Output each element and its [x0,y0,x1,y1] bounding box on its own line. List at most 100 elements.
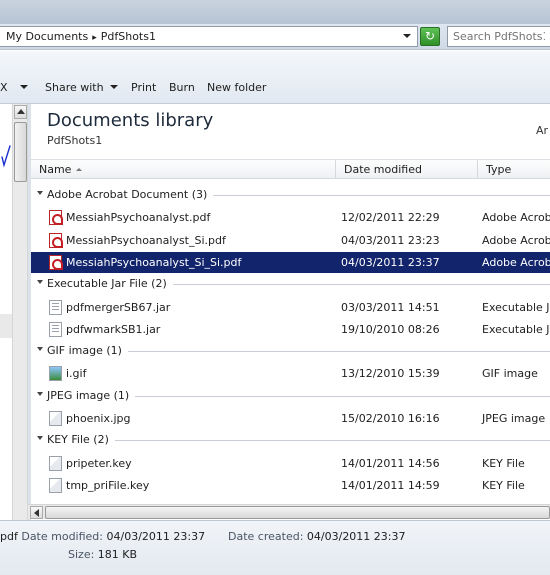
breadcrumb: My Documents ▸ PdfShots1 [6,30,156,43]
file-name: pdfwmarkSB1.jar [66,322,161,336]
file-row[interactable]: phoenix.jpg 15/02/2010 16:16 JPEG image [31,408,550,429]
file-row[interactable]: tmp_priFile.key 14/01/2011 14:59 KEY File [31,475,550,496]
jar-icon [49,299,62,315]
file-name: MessiahPsychoanalyst.pdf [66,211,211,225]
breadcrumb-pdfshots1[interactable]: PdfShots1 [101,30,156,43]
file-date-modified: 19/10/2010 08:26 [341,322,440,336]
file-name: pdfmergerSB67.jar [66,300,171,314]
file-row[interactable]: pdfwmarkSB1.jar 19/10/2010 08:26 Executabl… [31,319,550,340]
date-modified-label: Date modified: [21,530,104,543]
arrange-by-button[interactable]: Ar [536,124,548,137]
date-modified-value: 04/03/2011 23:37 [106,530,206,543]
group-header[interactable]: Executable Jar File (2) [31,274,550,294]
group-label: JPEG image (1) [47,388,130,402]
file-name: phoenix.jpg [66,412,131,425]
navigation-scrollbar[interactable] [12,104,28,520]
chevron-down-icon[interactable] [37,436,43,441]
group-label: KEY File (2) [47,433,109,447]
date-created-value: 04/03/2011 23:37 [306,530,406,543]
file-date-modified: 14/01/2011 14:56 [341,456,440,470]
file-row[interactable]: pdfmergerSB67.jar 03/03/2011 14:51 Executa… [31,297,550,318]
burn-button[interactable]: Burn [169,81,195,94]
group-header[interactable]: GIF image (1) [31,341,550,361]
horizontal-scrollbar[interactable] [28,504,550,519]
gif-icon [49,366,62,382]
chevron-down-icon[interactable] [37,347,43,352]
file-row[interactable]: MessiahPsychoanalyst.pdf 12/02/2011 22:29… [31,207,550,228]
chevron-down-icon[interactable] [37,280,43,285]
navigation-pane-highlight [0,314,12,338]
file-name: MessiahPsychoanalyst_Si.pdf [66,233,226,247]
group-divider [115,440,550,442]
file-name: tmp_priFile.key [66,478,150,492]
new-folder-button[interactable]: New folder [207,81,266,94]
horizontal-scroll-thumb[interactable] [45,506,550,519]
jar-icon [49,321,62,337]
breadcrumb-separator-icon[interactable]: ▸ [92,33,97,43]
file-row[interactable]: MessiahPsychoanalyst_Si_Si.pdf 04/03/2011… [31,251,550,273]
pdf-icon [49,254,63,270]
chevron-down-icon[interactable] [37,191,43,195]
file-type: GIF image [482,367,538,381]
file-row[interactable]: i.gif 13/12/2010 15:39 GIF image [31,363,550,384]
group-label: Executable Jar File (2) [47,277,167,291]
address-dropdown-icon[interactable] [403,34,411,38]
size-label: Size: [68,548,95,561]
jpg-icon [49,411,62,426]
column-date-modified[interactable]: Date modified [336,160,478,179]
file-type: JPEG image [482,412,546,425]
sort-ascending-icon [76,168,82,171]
toolbar-cut-menu[interactable]: X [0,81,28,94]
file-row[interactable]: MessiahPsychoanalyst_Si.pdf 04/03/2011 23… [31,230,550,251]
size-value: 181 KB [97,548,138,561]
key-icon [49,455,62,471]
scroll-thumb[interactable] [14,122,27,182]
pdf-icon [49,232,63,248]
file-type: Adobe Acrobat [482,233,550,247]
address-bar[interactable]: My Documents ▸ PdfShots1 [0,26,418,47]
file-date-modified: 03/03/2011 14:51 [341,300,440,314]
key-icon [49,477,62,493]
checkmark-annotation-icon [1,145,11,168]
chevron-down-icon[interactable] [37,391,43,396]
share-with-button[interactable]: Share with [45,81,118,94]
details-date-created: Date created: 04/03/2011 23:37 [228,530,406,543]
group-header[interactable]: Adobe Acrobat Document (3) [31,185,550,205]
file-date-modified: 12/02/2011 22:29 [341,211,440,225]
details-size: Size: 181 KB [68,548,137,561]
search-box[interactable] [447,26,550,47]
file-row[interactable]: pripeter.key 14/01/2011 14:56 KEY File [31,453,550,474]
column-name-label: Name [39,163,72,176]
share-with-label: Share with [45,81,104,94]
details-type: pdf [0,530,18,543]
search-input[interactable] [448,27,550,46]
group-header[interactable]: JPEG image (1) [31,386,550,406]
group-divider [213,195,550,196]
refresh-icon: ↻ [424,29,436,43]
file-list-pane: Documents library PdfShots1 Ar Name Date… [31,104,550,504]
chevron-down-icon [19,85,28,89]
column-header: Name Date modified Type [31,159,550,179]
refresh-button[interactable]: ↻ [420,27,440,46]
group-divider [135,395,550,397]
library-subtitle: PdfShots1 [47,134,103,147]
pdf-icon [49,210,63,226]
column-name[interactable]: Name [31,160,336,179]
file-date-modified: 04/03/2011 23:23 [341,233,440,247]
file-type: Executable Jar [482,300,550,314]
print-button[interactable]: Print [131,81,156,94]
file-type: Executable Jar [482,322,550,336]
group-header[interactable]: KEY File (2) [31,430,550,450]
file-date-modified: 04/03/2011 23:37 [341,255,440,269]
date-created-label: Date created: [228,530,304,543]
details-pane: pdf Date modified: 04/03/2011 23:37 Date… [0,520,550,575]
details-date-modified: pdf Date modified: 04/03/2011 23:37 [0,530,205,543]
file-type: Adobe Acrobat [482,255,550,269]
breadcrumb-my-documents[interactable]: My Documents [6,30,88,43]
group-label: Adobe Acrobat Document (3) [47,188,208,201]
scroll-up-icon[interactable] [14,105,27,119]
scroll-left-icon[interactable] [30,506,43,519]
command-toolbar: X Share with Print Burn New folder [0,51,550,104]
column-type[interactable]: Type [478,160,550,179]
group-label: GIF image (1) [47,344,122,358]
